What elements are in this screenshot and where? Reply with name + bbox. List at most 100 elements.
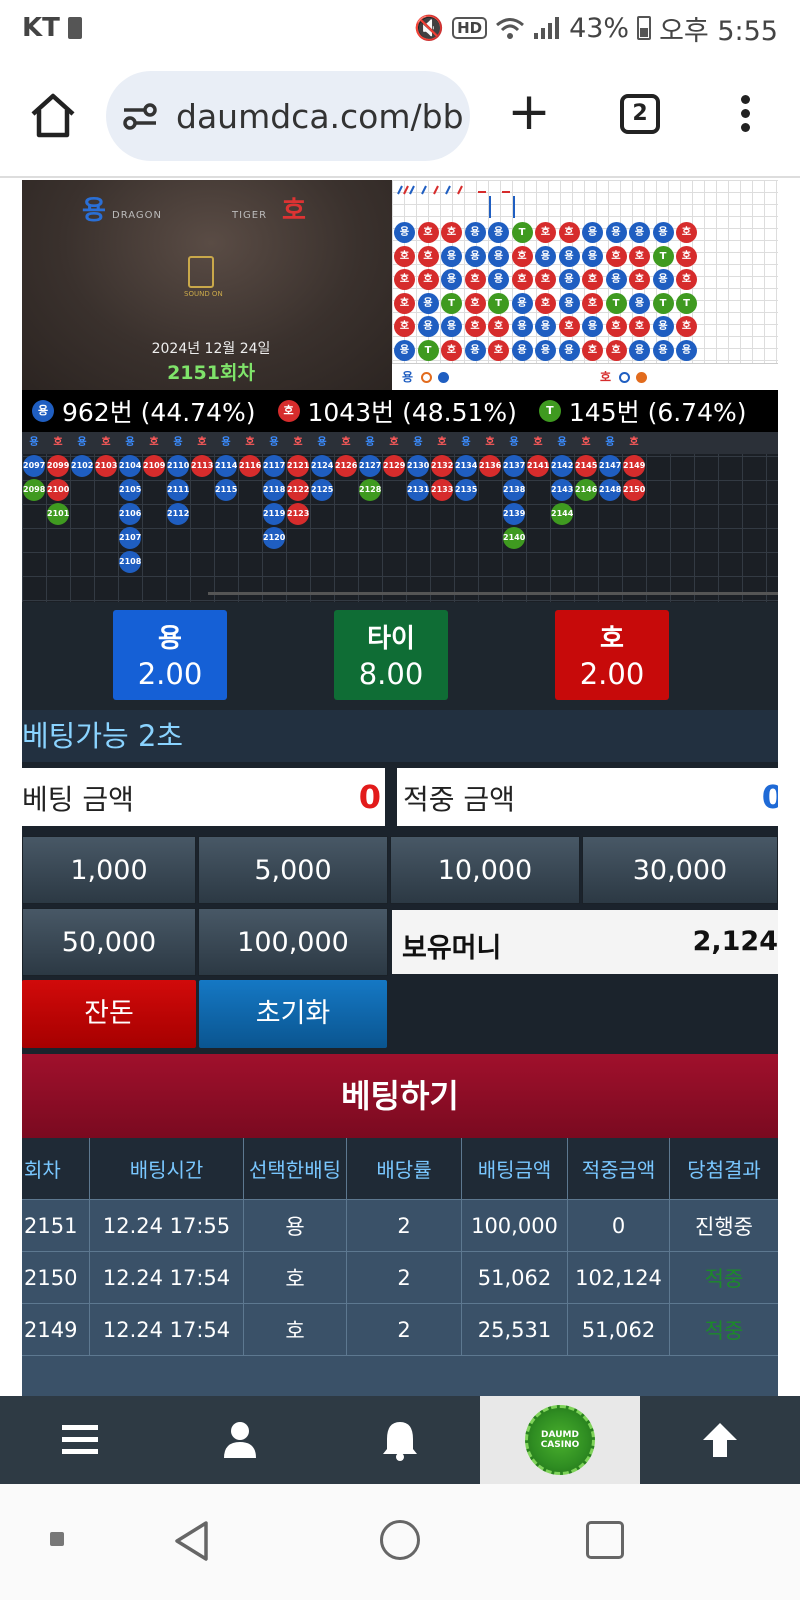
bead-result: 용	[464, 339, 486, 361]
road-header-cell: 용	[29, 437, 39, 448]
table-cell: 2	[347, 1200, 462, 1251]
road-header-cell: 용	[365, 437, 375, 448]
place-bet-button[interactable]: 베팅하기	[22, 1054, 778, 1138]
bet-dragon-button[interactable]: 용 2.00	[113, 610, 227, 700]
table-cell: 12.24 17:55	[90, 1200, 244, 1251]
bead-result: 호	[488, 339, 509, 361]
system-nav-bar	[0, 1484, 800, 1600]
bet-tiger-rate: 2.00	[579, 657, 645, 691]
bell-icon[interactable]	[320, 1396, 480, 1484]
chip-30000-button[interactable]: 30,000	[582, 836, 778, 904]
bead-result: T	[605, 292, 627, 314]
chip-100000-button[interactable]: 100,000	[198, 908, 388, 976]
scroll-top-icon[interactable]	[640, 1396, 800, 1484]
road-scrollbar[interactable]	[208, 592, 778, 595]
road-result-ball: 2104	[119, 455, 141, 477]
betting-countdown: 베팅가능 2초	[22, 710, 778, 762]
road-result-ball: 2138	[503, 479, 525, 501]
casino-logo-button[interactable]: DAUMD CASINO	[480, 1396, 640, 1484]
new-tab-icon[interactable]: +	[505, 86, 553, 138]
bead-result: 호	[394, 292, 415, 314]
tiger-stat: 호 1043번 (48.51%)	[268, 393, 517, 429]
sound-icon[interactable]	[188, 256, 214, 288]
address-bar[interactable]: daumdca.com/bb	[106, 71, 470, 161]
road-result-ball: 2118	[263, 479, 285, 501]
road-result-ball: 2108	[119, 551, 141, 573]
menu-icon[interactable]	[0, 1396, 160, 1484]
bet-amount-value: 0	[358, 778, 381, 816]
win-amount-box: 적중 금액 0	[397, 768, 778, 826]
bet-tie-name: 타이	[367, 624, 415, 654]
remainder-button[interactable]: 잔돈	[22, 980, 196, 1048]
table-row[interactable]: 2150 12.24 17:54 호 2 51,062 102,124 적중	[22, 1252, 778, 1304]
bead-result: 호	[676, 245, 697, 267]
table-cell: 0	[568, 1200, 670, 1251]
history-road: 용호용호용호용호용호용호용호용호용호용호용호용호용호 2097 2098 2099 2…	[22, 432, 778, 602]
user-icon[interactable]	[160, 1396, 320, 1484]
bead-result: T	[441, 292, 462, 314]
bet-tiger-button[interactable]: 호 2.00	[555, 610, 669, 700]
bead-result: 호	[605, 339, 627, 361]
road-result-ball: 2141	[527, 455, 549, 477]
bead-result: T	[676, 292, 697, 314]
bead-result: 호	[464, 316, 486, 337]
back-icon[interactable]	[172, 1520, 212, 1562]
bead-list: 용호호용용T호호용용용용호호호용용용호용용용호호T호호호용호용호호용호용호용호호…	[394, 222, 723, 363]
road-header-cell: 용	[461, 437, 471, 448]
result-stats: 용 962번 (44.74%) 호 1043번 (48.51%) T 145번 (6.…	[22, 390, 778, 432]
home-nav-icon[interactable]	[380, 1520, 420, 1560]
tiger-text: TIGER	[232, 210, 268, 221]
table-cell: 진행중	[695, 1214, 753, 1239]
tiger-badge: 호	[277, 400, 300, 422]
bet-tie-button[interactable]: 타이 8.00	[334, 610, 448, 700]
table-row[interactable]: 2149 12.24 17:54 호 2 25,531 51,062 적중	[22, 1304, 778, 1356]
road-result-ball: 2142	[551, 455, 573, 477]
road-result-ball: 2115	[215, 479, 237, 501]
bead-result: 용	[417, 316, 439, 337]
more-menu-icon[interactable]	[735, 92, 755, 136]
road-result-ball: 2139	[503, 503, 525, 525]
round-number: 2151회차	[167, 362, 255, 384]
win-amount-value: 0	[761, 778, 778, 816]
road-result-ball: 2098	[23, 479, 45, 501]
chip-5000-button[interactable]: 5,000	[198, 836, 388, 904]
bead-result: 용	[582, 222, 603, 243]
live-video[interactable]: 용 호 DRAGON TIGER SOUND ON 2024년 12월 24일 …	[22, 180, 400, 390]
chip-10000-button[interactable]: 10,000	[390, 836, 580, 904]
road-result-ball: 2137	[503, 455, 525, 477]
table-cell: 12.24 17:54	[90, 1252, 244, 1303]
road-header-cell: 용	[317, 437, 327, 448]
bead-result: 용	[441, 316, 462, 337]
browser-toolbar: daumdca.com/bb + 2	[0, 60, 800, 172]
bead-result: 호	[535, 222, 556, 243]
balance-label: 보유머니	[402, 933, 502, 964]
hd-icon: HD	[452, 17, 488, 39]
sound-label: SOUND ON	[184, 290, 223, 298]
bead-result: 호	[676, 316, 697, 337]
recent-apps-dot-icon[interactable]	[50, 1532, 64, 1546]
road-header-cell: 호	[629, 437, 639, 448]
tab-switcher-button[interactable]: 2	[620, 94, 660, 134]
road-result-ball: 2144	[551, 503, 573, 525]
home-icon[interactable]	[28, 92, 78, 138]
table-row[interactable]: 2151 12.24 17:55 용 2 100,000 0 진행중	[22, 1200, 778, 1252]
bead-road-board: 용호호용용T호호용용용용호호호용용용호용용용호호T호호호용호용호호용호용호용호호…	[392, 180, 778, 390]
road-result-ball: 2100	[47, 479, 69, 501]
road-result-ball: 2123	[287, 503, 309, 525]
bead-result: 용	[535, 245, 556, 267]
bead-result: 용	[558, 269, 580, 290]
overview-icon[interactable]	[586, 1521, 624, 1559]
bead-result: 호	[558, 316, 580, 337]
bead-result: 용	[558, 245, 580, 267]
chip-1000-button[interactable]: 1,000	[22, 836, 196, 904]
reset-button[interactable]: 초기화	[199, 980, 387, 1048]
site-settings-icon[interactable]	[122, 101, 158, 131]
bet-dragon-rate: 2.00	[137, 657, 203, 691]
road-result-ball: 2109	[143, 455, 165, 477]
road-result-ball: 2117	[263, 455, 285, 477]
chip-50000-button[interactable]: 50,000	[22, 908, 196, 976]
status-bar: KT 🔇 HD 43% 오후 5:55	[0, 0, 800, 56]
bead-result: T	[488, 292, 509, 314]
table-cell: 102,124	[568, 1252, 670, 1303]
road-result-ball: 2132	[431, 455, 453, 477]
